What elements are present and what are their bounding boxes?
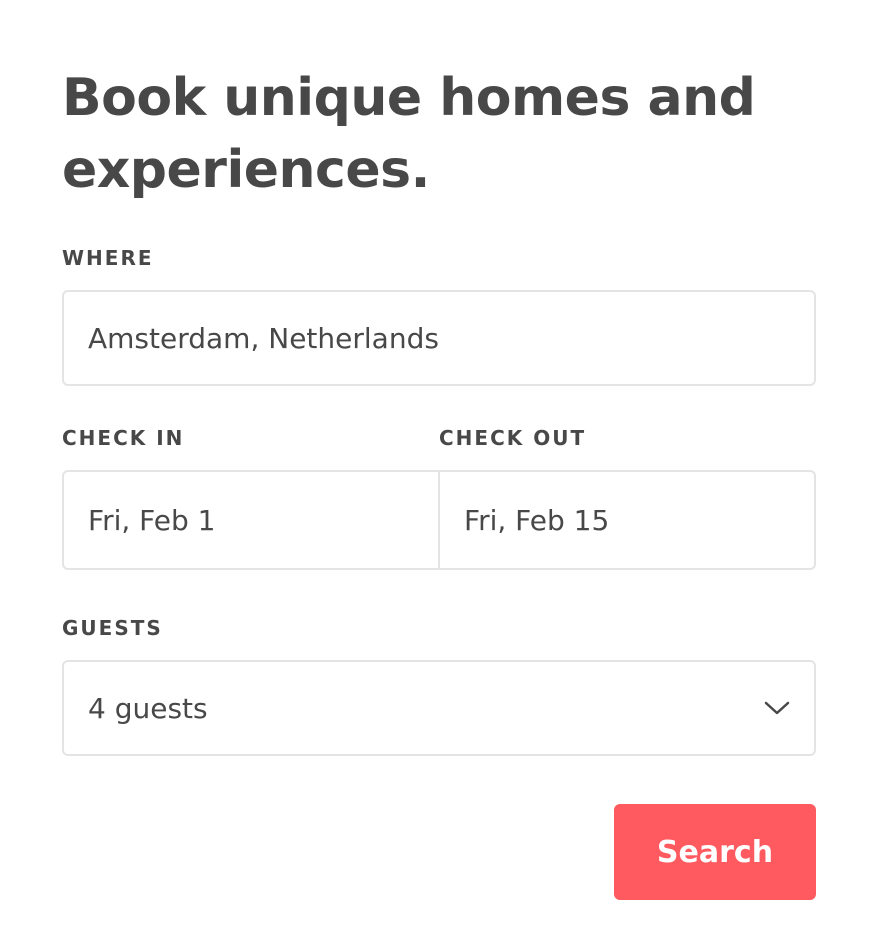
check-out-label: CHECK OUT — [439, 426, 587, 450]
where-value: Amsterdam, Netherlands — [88, 321, 439, 355]
page-title: Book unique homes and experiences. — [62, 68, 756, 200]
where-label: WHERE — [62, 246, 154, 270]
check-in-label: CHECK IN — [62, 426, 185, 450]
date-range: Fri, Feb 1 Fri, Feb 15 — [62, 470, 816, 570]
check-out-field[interactable]: Fri, Feb 15 — [438, 472, 814, 568]
chevron-down-icon — [764, 701, 790, 715]
guests-label: GUESTS — [62, 616, 163, 640]
search-button[interactable]: Search — [614, 804, 816, 900]
check-out-value: Fri, Feb 15 — [464, 503, 610, 537]
guests-select[interactable]: 4 guests — [62, 660, 816, 756]
guests-value: 4 guests — [88, 691, 208, 725]
check-in-field[interactable]: Fri, Feb 1 — [64, 472, 438, 568]
check-in-value: Fri, Feb 1 — [88, 503, 216, 537]
where-field[interactable]: Amsterdam, Netherlands — [62, 290, 816, 386]
